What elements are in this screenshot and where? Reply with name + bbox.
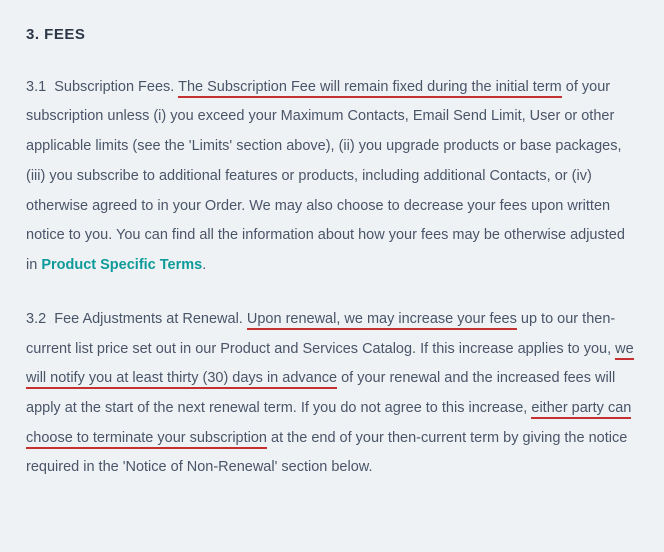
clause-number: 3.1 bbox=[26, 79, 46, 95]
clause-3-1: 3.1 Subscription Fees. The Subscription … bbox=[26, 73, 638, 281]
highlight-renewal-increase: Upon renewal, we may increase your fees bbox=[247, 311, 517, 330]
clause-number: 3.2 bbox=[26, 311, 46, 327]
clause-title: Fee Adjustments at Renewal. bbox=[54, 311, 243, 327]
clause-text: of your subscription unless (i) you exce… bbox=[26, 79, 625, 273]
clause-title: Subscription Fees. bbox=[54, 79, 174, 95]
clause-text: . bbox=[202, 257, 206, 273]
clause-3-2: 3.2 Fee Adjustments at Renewal. Upon ren… bbox=[26, 305, 638, 483]
section-heading: 3. FEES bbox=[26, 20, 638, 51]
product-specific-terms-link[interactable]: Product Specific Terms bbox=[41, 257, 202, 273]
highlight-fixed-fee: The Subscription Fee will remain fixed d… bbox=[178, 79, 562, 98]
